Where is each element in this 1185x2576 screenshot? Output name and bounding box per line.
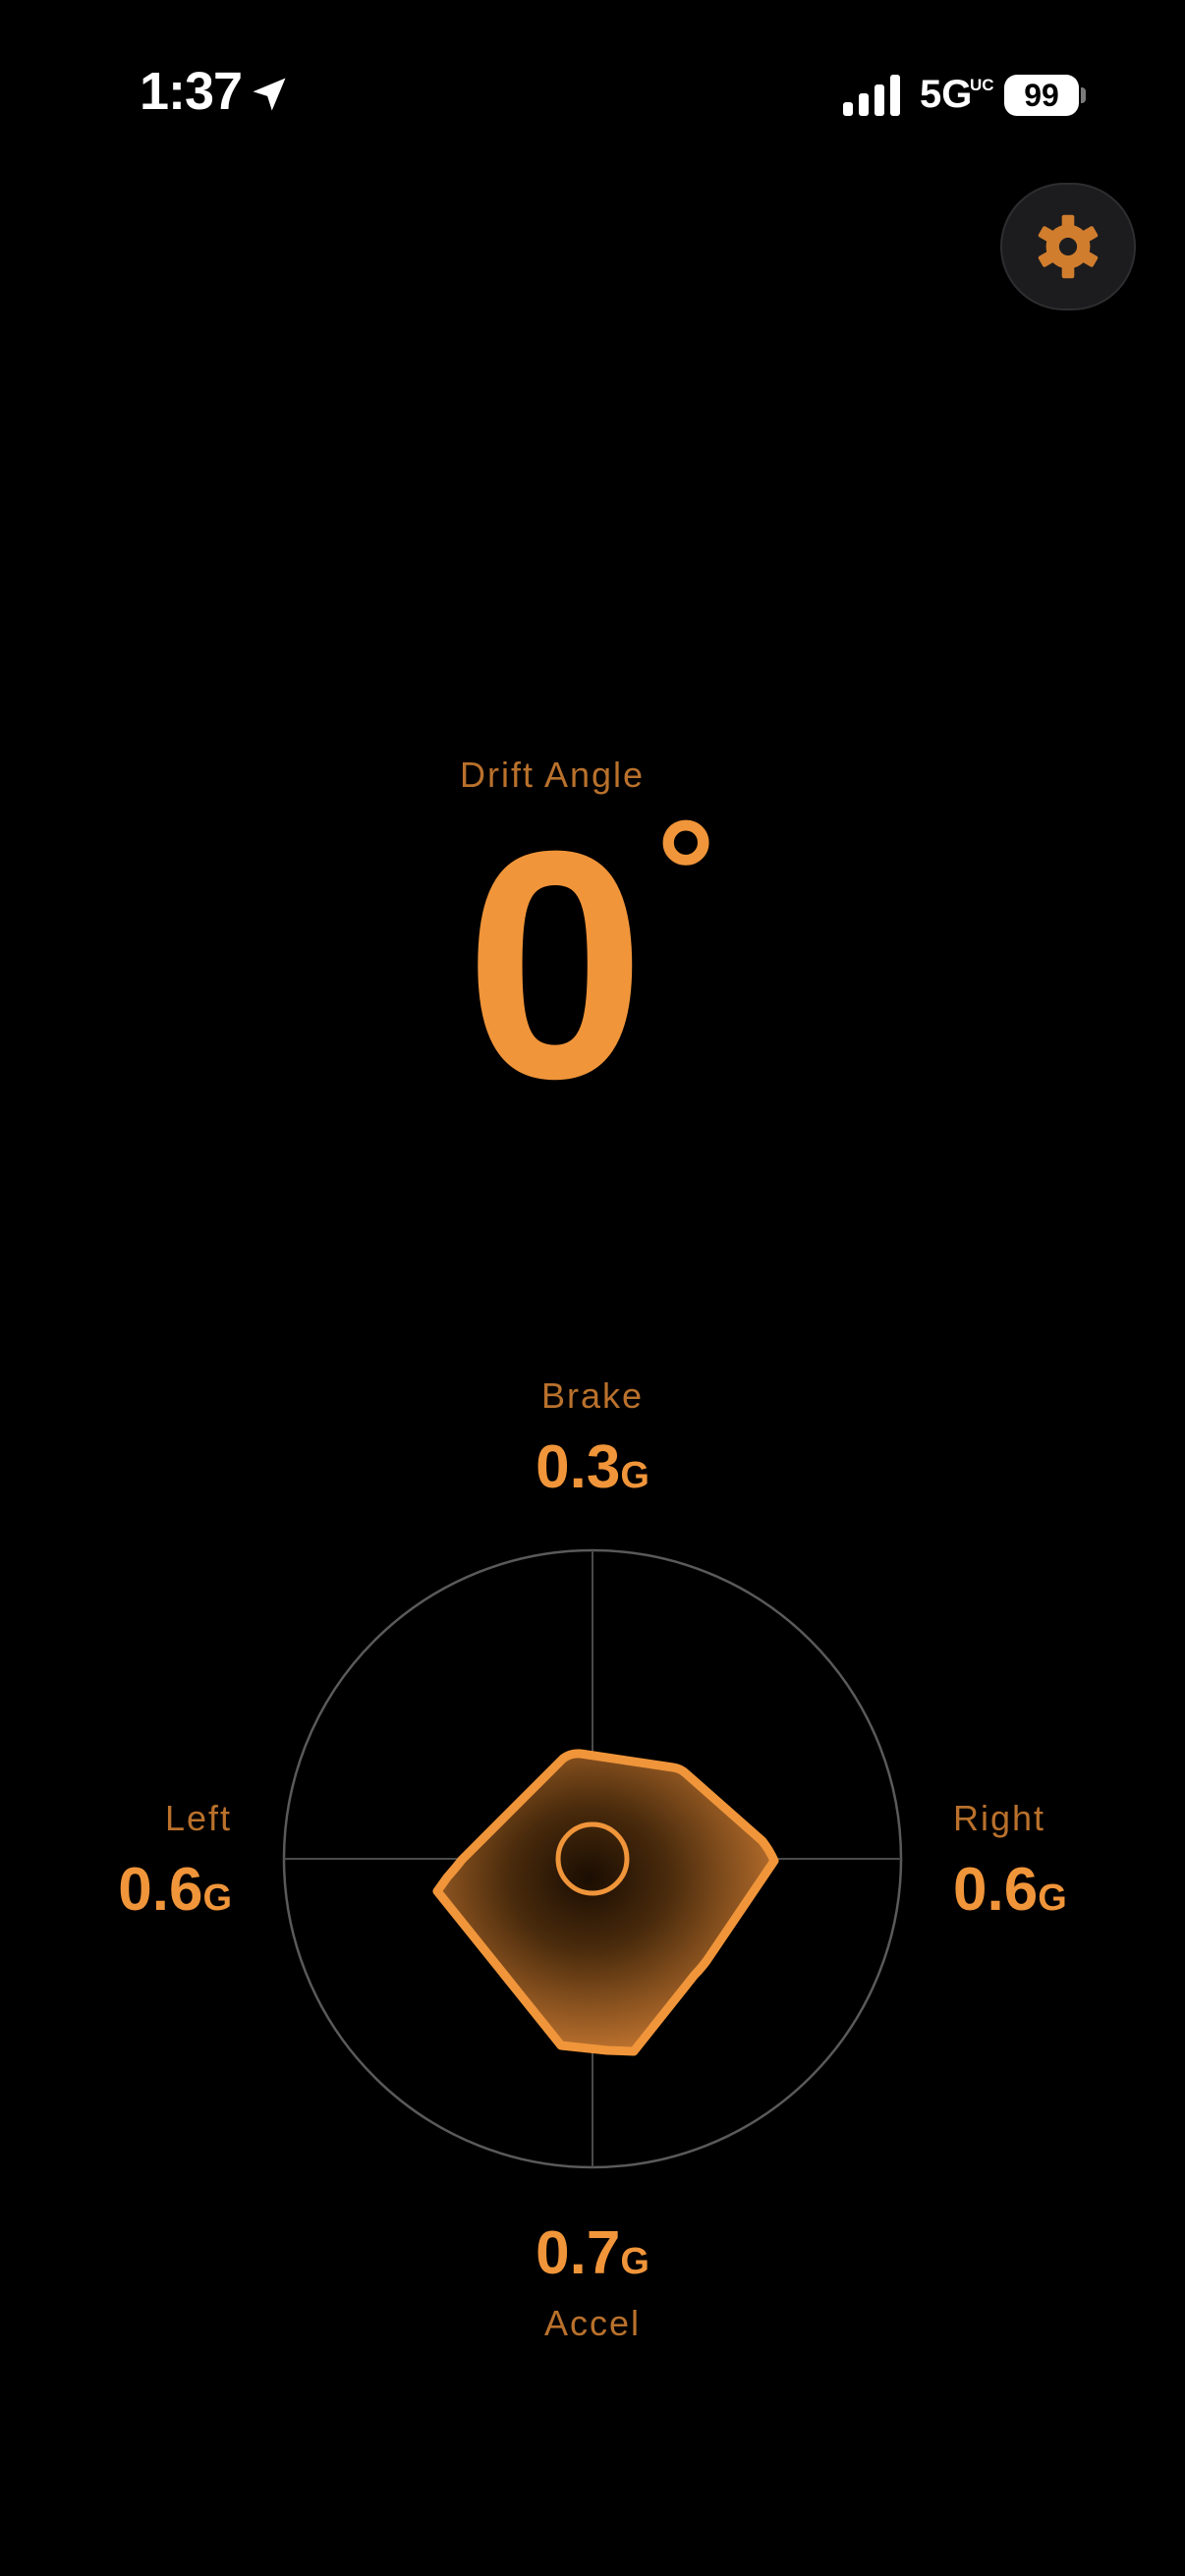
left-label: Left [164,1798,232,1838]
left-value-number: 0.6 [118,1856,203,1924]
accel-value-unit: G [620,2241,649,2282]
g-force-trace [432,1749,779,2056]
location-arrow-icon [253,78,286,111]
right-value-number: 0.6 [953,1856,1039,1924]
battery-cap [1081,87,1086,103]
right-label: Right [953,1798,1046,1838]
g-force-chart [282,1548,903,2169]
brake-label: Brake [540,1375,645,1416]
cellular-signal-icon [843,75,900,116]
status-bar: 1:37 5G UC 99 [0,0,1185,196]
left-value-unit: G [202,1877,232,1919]
drift-angle-unit: ° [656,789,715,954]
network-type: 5G [920,73,973,116]
battery-indicator: 99 [1004,75,1079,116]
drift-angle-display: 0 ° [0,798,1104,1127]
brake-value-number: 0.3 [536,1433,621,1501]
brake-value-unit: G [620,1455,649,1496]
accel-value-number: 0.7 [536,2219,621,2287]
right-value-unit: G [1038,1877,1067,1919]
brake-value: 0.3G [298,1432,887,1502]
left-value: 0.6G [0,1855,232,1925]
right-value: 0.6G [953,1855,1067,1925]
network-type-suffix: UC [970,76,994,94]
accel-label: Accel [543,2303,642,2343]
status-time: 1:37 [140,62,243,121]
gear-icon [1038,214,1099,279]
drift-angle-value: 0 [465,783,646,1146]
settings-button[interactable] [1000,183,1136,310]
accel-value: 0.7G [298,2218,887,2288]
